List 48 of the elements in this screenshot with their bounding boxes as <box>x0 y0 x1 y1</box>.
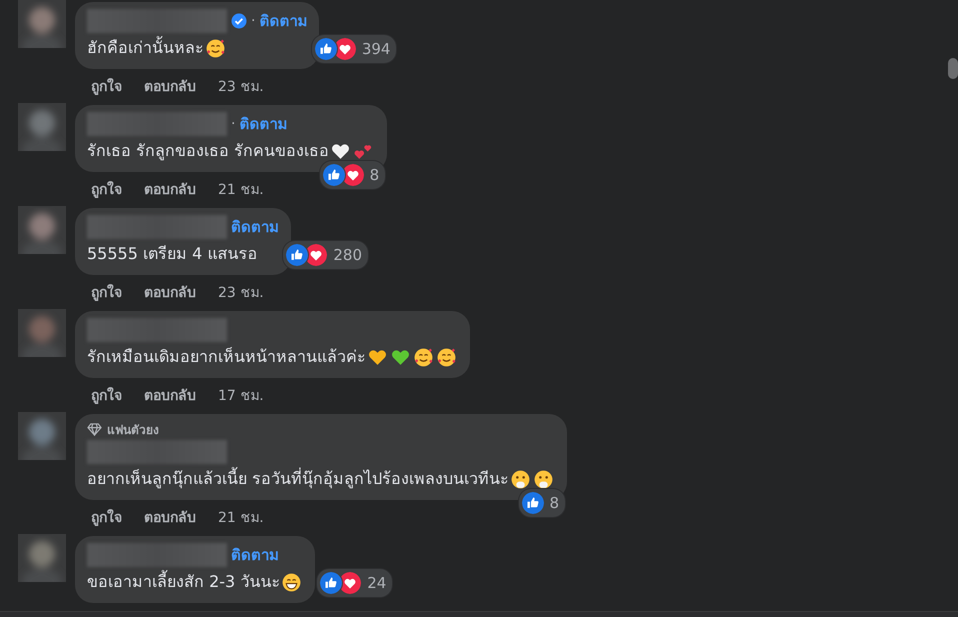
follow-link[interactable]: ติดตาม <box>231 543 279 567</box>
timestamp[interactable]: 23 ชม. <box>218 75 264 97</box>
reply-link[interactable]: ตอบกลับ <box>144 506 196 528</box>
separator-dot: · <box>231 116 236 132</box>
face-hand-mouth-icon <box>533 468 554 490</box>
reply-link[interactable]: ตอบกลับ <box>144 75 196 97</box>
comment-text: อยากเห็นลูกนุ๊กแล้วเนี้ย รอวันที่นุ๊กอุ้มลูกไปร้องเพลงบนเวทีนะ <box>87 466 510 490</box>
reaction-summary[interactable]: 394 <box>312 35 396 63</box>
reaction-summary[interactable]: 24 <box>317 569 392 597</box>
timestamp[interactable]: 17 ชม. <box>218 384 264 406</box>
comment-text: รักเหมือนเดิมอยากเห็นหน้าหลานแล้วค่ะ <box>87 346 366 368</box>
thumbs-up-icon <box>285 243 310 267</box>
reply-link[interactable]: ตอบกลับ <box>144 384 196 406</box>
thumbs-up-icon <box>322 163 346 187</box>
thumbs-up-icon <box>520 491 545 515</box>
follow-link[interactable]: ติดตาม <box>231 215 279 239</box>
like-link[interactable]: ถูกใจ <box>91 281 122 303</box>
diamond-icon <box>87 423 102 436</box>
reaction-summary[interactable]: 280 <box>283 241 368 269</box>
timestamp[interactable]: 21 ชม. <box>218 506 264 528</box>
heart-icon <box>338 571 362 595</box>
smiling-face-icon <box>436 346 457 368</box>
smiling-face-icon <box>413 346 434 368</box>
like-link[interactable]: ถูกใจ <box>91 506 122 528</box>
like-link[interactable]: ถูกใจ <box>91 75 122 97</box>
thumbs-up-icon <box>319 571 344 595</box>
comment-text: 55555 เตรียม 4 แสนรอ <box>87 243 258 265</box>
grinning-face-icon <box>281 572 302 592</box>
reaction-summary[interactable]: 8 <box>320 161 386 189</box>
comment-text: ฮักคือเก่านั้นหละ <box>87 35 204 59</box>
fan-label: แฟนตัวยง <box>107 422 159 439</box>
reply-link[interactable]: ตอบกลับ <box>144 281 196 303</box>
like-link[interactable]: ถูกใจ <box>91 178 122 200</box>
heart-icon <box>304 243 328 267</box>
comment-text: ขอเอามาเลี้ยงสัก 2-3 วันนะ <box>87 569 280 593</box>
thumbs-up-icon <box>314 37 338 61</box>
timestamp[interactable]: 23 ชม. <box>218 281 264 303</box>
follow-link[interactable]: ติดตาม <box>259 9 308 33</box>
scrollbar-thumb[interactable] <box>948 58 958 79</box>
timestamp[interactable]: 21 ชม. <box>218 178 264 200</box>
follow-link[interactable]: ติดตาม <box>239 112 288 136</box>
reply-link[interactable]: ตอบกลับ <box>144 178 196 200</box>
separator-dot: · <box>251 13 256 29</box>
comment-text: รักเธอ รักลูกของเธอ รักคนของเธอ <box>87 140 330 162</box>
face-hand-mouth-icon <box>510 468 532 490</box>
like-link[interactable]: ถูกใจ <box>91 384 122 406</box>
reaction-summary[interactable]: 8 <box>518 489 566 517</box>
smiling-face-icon <box>205 38 226 58</box>
